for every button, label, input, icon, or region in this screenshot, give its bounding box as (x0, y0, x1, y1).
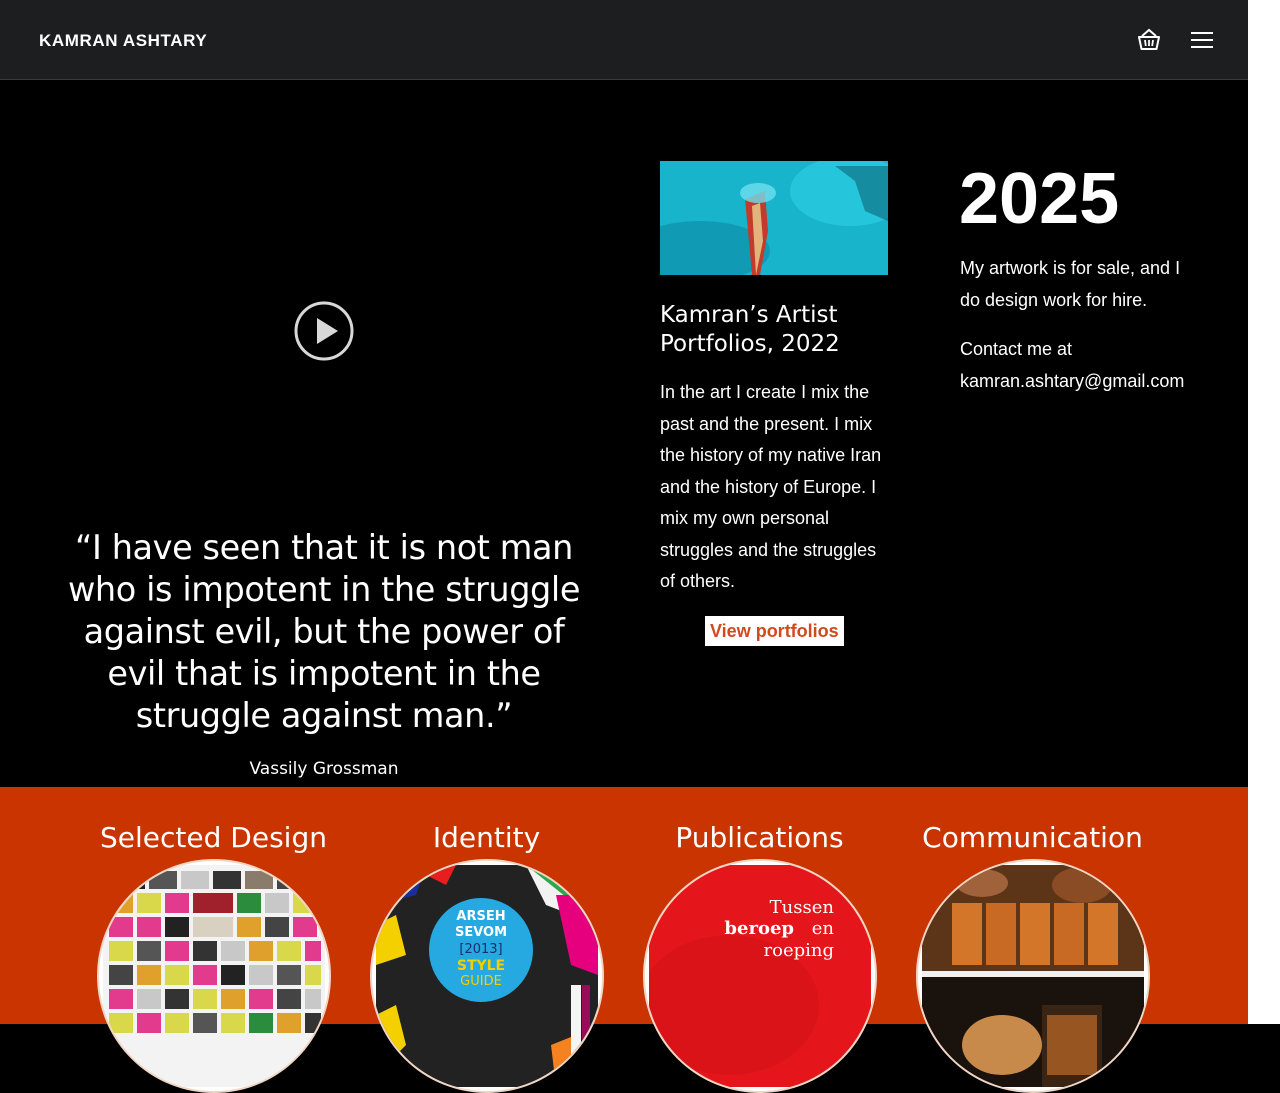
category-title: Identity (432, 821, 541, 854)
site-logo[interactable]: KAMRAN ASHTARY (39, 31, 207, 51)
year-heading: 2025 (959, 159, 1120, 239)
svg-text:STYLE: STYLE (457, 958, 505, 974)
svg-text:[2013]: [2013] (459, 942, 502, 957)
svg-text:SEVOM: SEVOM (455, 925, 507, 940)
sale-text: My artwork is for sale, and I do design … (960, 258, 1181, 310)
svg-text:roeping: roeping (764, 940, 835, 961)
site-header: KAMRAN ASHTARY (0, 0, 1248, 80)
category-communication[interactable]: Communication (896, 787, 1169, 1093)
communication-thumbnail[interactable] (916, 859, 1150, 1093)
quote-text: “I have seen that it is not man who is i… (67, 528, 581, 735)
svg-text:GUIDE: GUIDE (460, 974, 502, 989)
identity-thumbnail[interactable]: ARSEH SEVOM [2013] STYLE GUIDE (370, 859, 604, 1093)
category-selected-design[interactable]: Selected Design (77, 787, 350, 1093)
svg-text:beroep: beroep (724, 918, 794, 939)
selected-design-thumbnail[interactable] (97, 859, 331, 1093)
categories-section: Selected Design Identity ARSEH SEVOM [20… (0, 787, 1248, 1093)
category-title: Communication (922, 821, 1143, 854)
publications-thumbnail[interactable]: Tussen beroep en roeping (643, 859, 877, 1093)
category-publications[interactable]: Publications Tussen beroep en roeping (623, 787, 896, 1093)
svg-text:en: en (812, 918, 835, 939)
svg-text:ARSEH: ARSEH (456, 909, 505, 924)
portfolio-description: In the art I create I mix the past and t… (660, 382, 882, 591)
basket-icon[interactable] (1137, 28, 1161, 52)
portfolio-title: Kamran’s Artist Portfolios, 2022 (660, 302, 840, 357)
hamburger-menu-icon[interactable] (1190, 30, 1214, 50)
svg-text:Tussen: Tussen (770, 897, 835, 918)
play-circle-icon[interactable] (294, 301, 354, 361)
contact-text: Contact me at kamran.ashtary@gmail.com (960, 339, 1185, 391)
category-title: Selected Design (100, 821, 327, 854)
portfolio-image[interactable] (660, 161, 888, 275)
category-identity[interactable]: Identity ARSEH SEVOM [2013] STYLE GUIDE (350, 787, 623, 1093)
category-title: Publications (675, 821, 844, 854)
scrollbar-track[interactable] (1248, 0, 1280, 1024)
view-portfolios-button[interactable]: View portfolios (705, 616, 844, 646)
quote-author: Vassily Grossman (249, 759, 399, 779)
